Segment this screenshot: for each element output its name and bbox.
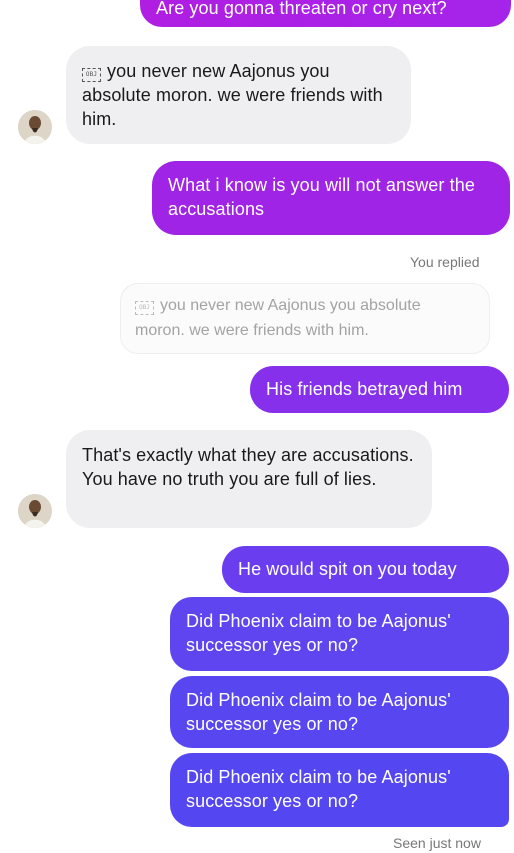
message-text: Are you gonna threaten or cry next?: [156, 0, 447, 18]
message-text: What i know is you will not answer the a…: [168, 175, 475, 219]
message-bubble-outgoing[interactable]: Did Phoenix claim to be Aajonus' success…: [170, 676, 509, 748]
quoted-message[interactable]: OBJ you never new Aajonus you absolute mo…: [120, 283, 490, 354]
replied-label: You replied: [410, 254, 480, 270]
message-bubble-outgoing[interactable]: Are you gonna threaten or cry next?: [140, 0, 511, 27]
message-text: Did Phoenix claim to be Aajonus' success…: [186, 611, 451, 655]
object-placeholder-icon: OBJ: [135, 301, 154, 315]
message-text: Did Phoenix claim to be Aajonus' success…: [186, 767, 451, 811]
quoted-text: you never new Aajonus you absolute moron…: [135, 297, 421, 339]
message-bubble-outgoing[interactable]: Did Phoenix claim to be Aajonus' success…: [170, 597, 509, 671]
object-placeholder-icon: OBJ: [82, 68, 101, 82]
person-avatar-icon: [18, 494, 52, 528]
message-bubble-incoming[interactable]: That's exactly what they are accusations…: [66, 430, 432, 528]
message-bubble-outgoing[interactable]: Did Phoenix claim to be Aajonus' success…: [170, 753, 509, 827]
message-text: His friends betrayed him: [266, 379, 463, 399]
message-bubble-outgoing[interactable]: What i know is you will not answer the a…: [152, 161, 510, 235]
message-bubble-outgoing[interactable]: His friends betrayed him: [250, 366, 509, 413]
avatar[interactable]: [18, 494, 52, 528]
avatar[interactable]: [18, 110, 52, 144]
message-bubble-incoming[interactable]: OBJ you never new Aajonus you absolute mo…: [66, 46, 411, 144]
seen-status: Seen just now: [393, 835, 481, 851]
message-text: He would spit on you today: [238, 559, 457, 579]
message-text: Did Phoenix claim to be Aajonus' success…: [186, 690, 451, 734]
message-text: you never new Aajonus you absolute moron…: [82, 61, 383, 129]
message-bubble-outgoing[interactable]: He would spit on you today: [222, 546, 509, 593]
message-text: That's exactly what they are accusations…: [82, 445, 414, 489]
person-avatar-icon: [18, 110, 52, 144]
